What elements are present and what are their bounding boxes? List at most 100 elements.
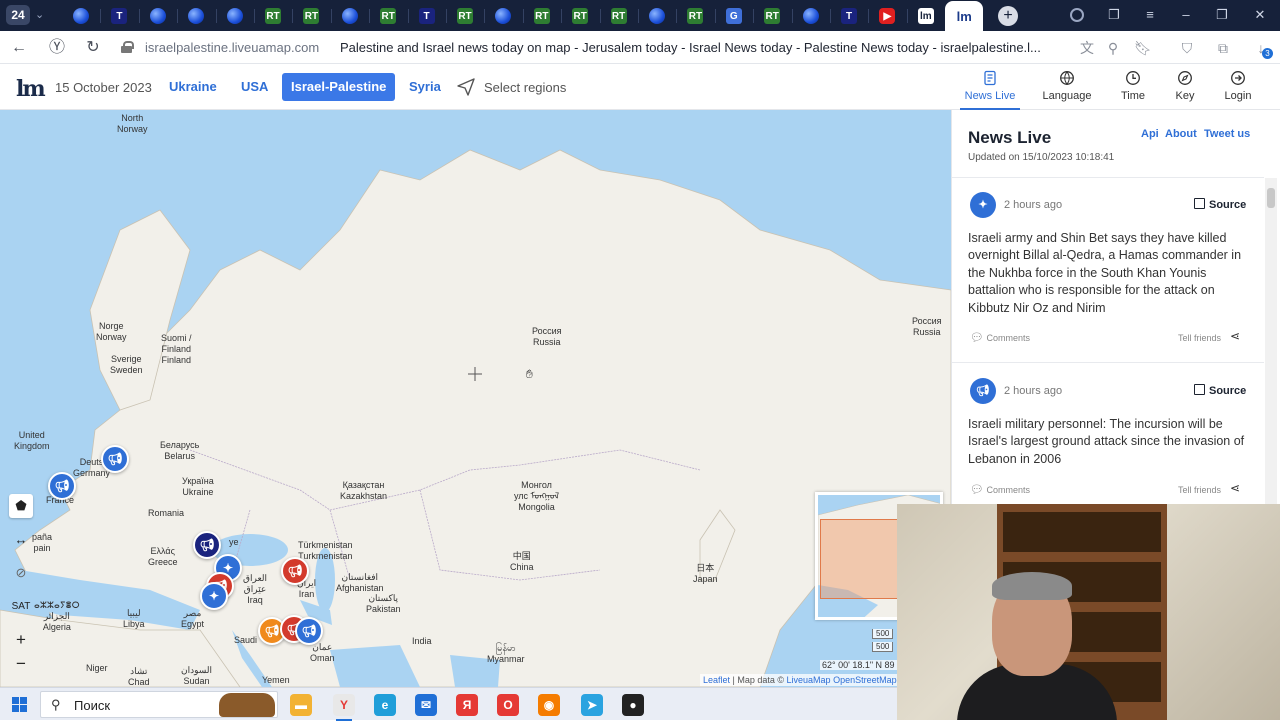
map-view[interactable]: North Norway Norge Norway Suomi / Finland Fi… (0, 110, 951, 687)
browser-tab[interactable] (62, 1, 100, 31)
browser-tab[interactable]: RT (676, 1, 714, 31)
browser-tab[interactable]: RT (753, 1, 791, 31)
osm-link[interactable]: OpenStreetMap (833, 675, 897, 685)
yandex-icon[interactable]: Ⓨ (47, 38, 67, 58)
region-usa[interactable]: USA (241, 79, 268, 94)
close-icon[interactable]: ✕ (1250, 7, 1270, 23)
browser-tab[interactable] (638, 1, 676, 31)
shield-icon[interactable]: ⛉ (1178, 39, 1196, 57)
browser-tab[interactable]: RT (561, 1, 599, 31)
draw-polygon-button[interactable]: ⬟ (9, 494, 33, 518)
menu-language[interactable]: Language (1037, 70, 1097, 102)
browser-tab[interactable]: RT (369, 1, 407, 31)
browser-tab[interactable]: RT (292, 1, 330, 31)
new-tab-button[interactable]: + (998, 6, 1018, 26)
mail-icon[interactable]: ✉ (415, 694, 437, 716)
extensions-icon[interactable]: ⧉ (1214, 39, 1232, 57)
leaflet-link[interactable]: Leaflet (703, 675, 730, 685)
news-item[interactable]: ✦ 2 hours ago Source Israeli army and Sh… (952, 192, 1264, 362)
comments-link[interactable]: 💬︎ Comments (970, 483, 1030, 496)
label-kazakhstan: Қазақстан Kazakhstan (340, 480, 388, 501)
satellite-toggle[interactable]: SAT (9, 595, 33, 619)
event-marker-bomb[interactable]: ✦ (200, 582, 228, 610)
browser-tab[interactable]: ▶ (868, 1, 906, 31)
label-north-norway: North Norway (117, 113, 148, 134)
zoom-out-button[interactable]: − (9, 652, 33, 676)
menu-icon[interactable]: ≡ (1140, 7, 1160, 22)
megaphone-icon: 📢︎ (301, 624, 317, 638)
menu-login[interactable]: Login (1208, 70, 1268, 102)
browser-tab[interactable] (139, 1, 177, 31)
menu-key[interactable]: Key (1155, 70, 1215, 102)
menu-time[interactable]: Time (1103, 70, 1163, 102)
hide-layer-button[interactable]: ⊘ (9, 561, 33, 585)
bookmark-icon[interactable]: 🔖︎ (1134, 39, 1152, 57)
collections-icon[interactable]: ❐ (1104, 7, 1124, 23)
region-israel-palestine[interactable]: Israel-Palestine (282, 73, 396, 101)
browser-tab[interactable]: lm (945, 1, 984, 31)
source-link[interactable]: Source (1194, 198, 1246, 211)
api-link[interactable]: Api (1141, 128, 1159, 140)
region-syria[interactable]: Syria (409, 79, 441, 94)
browser-tab[interactable]: T (830, 1, 868, 31)
browser-tab[interactable] (792, 1, 830, 31)
browser-tab[interactable]: RT (523, 1, 561, 31)
browser-tab[interactable]: RT (446, 1, 484, 31)
yandex-icon[interactable]: Я (456, 694, 478, 716)
event-marker-megaphone[interactable]: 📢︎ (295, 617, 323, 645)
browser-tab[interactable]: RT (254, 1, 292, 31)
news-item[interactable]: 📢︎ 2 hours ago Source Israeli military p… (952, 378, 1264, 508)
yandex-browser-icon[interactable]: Y (333, 694, 355, 721)
liveuamap-link[interactable]: LiveuaMap (787, 675, 831, 685)
lock-icon[interactable] (121, 41, 134, 53)
event-marker-megaphone[interactable]: 📢︎ (48, 472, 76, 500)
comments-link[interactable]: 💬︎ Comments (970, 331, 1030, 344)
source-link[interactable]: Source (1194, 384, 1246, 397)
select-regions-button[interactable]: Select regions (456, 77, 566, 97)
browser-tab[interactable]: lm (907, 1, 945, 31)
browser-tab[interactable]: T (100, 1, 138, 31)
profile-icon[interactable] (1070, 8, 1084, 22)
tweet-us-link[interactable]: Tweet us (1204, 128, 1250, 140)
back-icon[interactable]: ← (9, 38, 29, 58)
menu-news-live[interactable]: News Live (960, 70, 1020, 110)
translate-icon[interactable]: 文 (1078, 39, 1096, 57)
browser-tab[interactable] (216, 1, 254, 31)
obs-icon[interactable]: ● (622, 694, 644, 716)
event-marker-megaphone[interactable]: 📢︎ (193, 531, 221, 559)
browser-tab[interactable]: RT (600, 1, 638, 31)
restore-icon[interactable]: ❐ (1212, 7, 1232, 23)
edge-icon[interactable]: e (374, 694, 396, 716)
measure-button[interactable]: ↔ (9, 528, 33, 552)
rt-icon: RT (533, 8, 550, 24)
opera-icon[interactable]: O (497, 694, 519, 716)
share-icon[interactable]: ⋖ (1230, 481, 1240, 495)
share-icon[interactable]: ⋖ (1230, 329, 1240, 343)
chevron-down-icon[interactable]: ⌄ (35, 8, 44, 21)
region-ukraine[interactable]: Ukraine (169, 79, 217, 94)
tab-counter[interactable]: 24 (6, 5, 30, 25)
firefox-icon[interactable]: ◉ (538, 694, 560, 716)
extension-icon[interactable]: ⚲ (1104, 39, 1122, 57)
page-title[interactable]: Palestine and Israel news today on map -… (340, 40, 1050, 55)
tell-friends-label: Tell friends (1178, 485, 1222, 495)
minimize-icon[interactable]: – (1176, 7, 1196, 22)
windows-start-icon[interactable] (12, 697, 27, 712)
event-marker-megaphone[interactable]: 📢︎ (281, 557, 309, 585)
event-marker-megaphone[interactable]: 📢︎ (101, 445, 129, 473)
taskbar-search[interactable]: ⚲ Поиск (40, 691, 278, 718)
browser-tab[interactable] (177, 1, 215, 31)
scrollbar-thumb[interactable] (1267, 188, 1275, 208)
browser-tab[interactable]: G (715, 1, 753, 31)
liveuamap-logo[interactable]: lm (16, 76, 46, 102)
file-explorer-icon[interactable]: ▬ (290, 694, 312, 716)
browser-tab[interactable] (484, 1, 522, 31)
url-host[interactable]: israelpalestine.liveuamap.com (145, 40, 319, 55)
reload-icon[interactable]: ↻ (83, 38, 103, 58)
browser-tab[interactable] (331, 1, 369, 31)
bomb-icon: ✦ (208, 589, 220, 603)
telegram-icon[interactable]: ➤ (581, 694, 603, 716)
zoom-in-button[interactable]: + (9, 628, 33, 652)
browser-tab[interactable]: T (408, 1, 446, 31)
about-link[interactable]: About (1165, 128, 1197, 140)
